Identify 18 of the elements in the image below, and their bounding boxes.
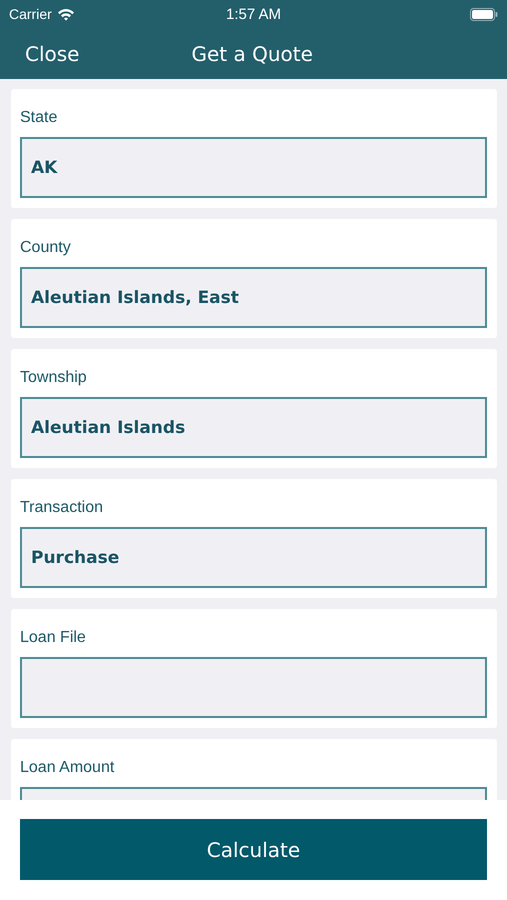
input-field[interactable]: Aleutian Islands, East bbox=[20, 267, 487, 328]
field-label: Township bbox=[20, 368, 88, 388]
nav-title: Get a Quote bbox=[191, 42, 313, 66]
carrier-label: Carrier bbox=[9, 6, 52, 22]
input-field[interactable] bbox=[20, 657, 487, 718]
field-label: Loan File bbox=[20, 628, 87, 648]
field-label: State bbox=[20, 108, 58, 128]
input-field[interactable]: Purchase bbox=[20, 527, 487, 588]
field-label: Transaction bbox=[20, 498, 104, 518]
field-label: County bbox=[20, 238, 72, 258]
input-field[interactable]: AK bbox=[20, 137, 487, 198]
calculate-button[interactable]: Calculate bbox=[20, 819, 487, 880]
battery-icon bbox=[470, 8, 498, 20]
wifi-icon bbox=[56, 8, 75, 20]
field-label: Loan Amount bbox=[20, 758, 116, 778]
close-button[interactable]: Close bbox=[25, 42, 80, 66]
status-time: 1:57 AM bbox=[226, 6, 282, 22]
input-field[interactable]: Aleutian Islands bbox=[20, 397, 487, 458]
